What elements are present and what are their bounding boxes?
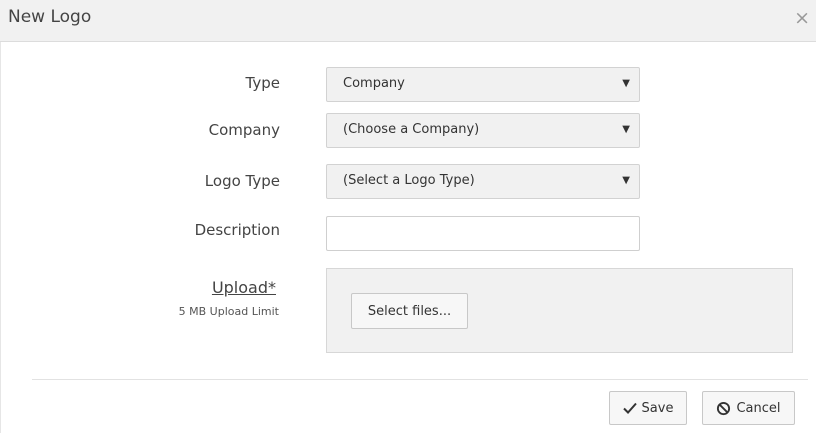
dialog-header: New Logo ×	[0, 0, 816, 42]
close-icon[interactable]: ×	[794, 9, 810, 28]
dropdown-arrow-icon: ▼	[622, 78, 630, 89]
upload-label[interactable]: Upload*	[212, 278, 276, 297]
company-label: Company	[208, 121, 280, 139]
save-button-label: Save	[641, 400, 674, 416]
checkmark-icon	[622, 402, 637, 414]
logo-type-select[interactable]: (Select a Logo Type) ▼	[326, 164, 640, 199]
type-select[interactable]: Company ▼	[326, 67, 640, 102]
dropdown-arrow-icon: ▼	[622, 175, 630, 186]
upload-limit-text: 5 MB Upload Limit	[178, 305, 279, 318]
dropdown-arrow-icon: ▼	[622, 124, 630, 135]
cancel-button-label: Cancel	[736, 400, 781, 416]
ban-icon	[717, 401, 731, 415]
logo-type-label: Logo Type	[204, 172, 280, 190]
cancel-button[interactable]: Cancel	[702, 391, 795, 425]
select-files-button[interactable]: Select files...	[351, 293, 468, 329]
type-select-value: Company	[343, 76, 405, 91]
description-label: Description	[194, 221, 280, 239]
company-select[interactable]: (Choose a Company) ▼	[326, 113, 640, 148]
upload-dropzone[interactable]: Select files...	[326, 268, 793, 353]
dialog-left-border	[0, 42, 1, 433]
company-select-value: (Choose a Company)	[343, 122, 480, 137]
type-label: Type	[245, 74, 280, 92]
save-button[interactable]: Save	[609, 391, 687, 425]
logo-type-select-value: (Select a Logo Type)	[343, 173, 475, 188]
dialog-title: New Logo	[8, 7, 92, 27]
footer-divider	[32, 379, 808, 380]
description-input[interactable]	[326, 216, 640, 251]
